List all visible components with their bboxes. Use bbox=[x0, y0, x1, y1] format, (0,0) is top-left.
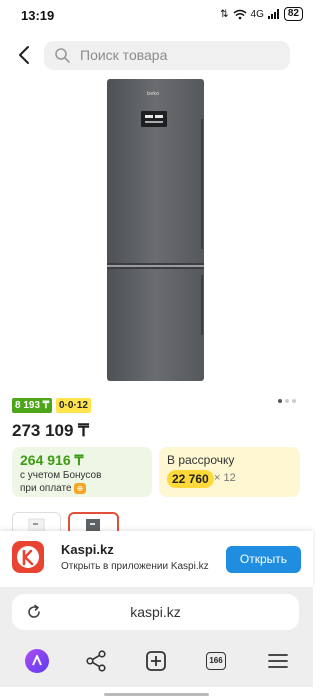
bonus-caption-line1: с учетом Бонусов bbox=[20, 470, 102, 481]
share-icon[interactable] bbox=[81, 646, 111, 676]
back-arrow-icon[interactable] bbox=[14, 44, 36, 66]
svg-text:beko: beko bbox=[147, 91, 159, 97]
pagination-dot bbox=[278, 399, 282, 403]
installment-months: × 12 bbox=[214, 472, 236, 484]
tabs-button[interactable]: 166 bbox=[201, 646, 231, 676]
notification-icon: ⇅ bbox=[220, 8, 229, 20]
app-banner[interactable]: Kaspi.kz Открыть в приложении Kaspi.kz О… bbox=[0, 531, 313, 587]
pagination-dot bbox=[292, 399, 296, 403]
search-icon bbox=[55, 48, 70, 63]
kaspi-bonus-icon: ⊕ bbox=[74, 483, 86, 494]
new-tab-icon[interactable] bbox=[141, 646, 171, 676]
installment-badge: 0·0·12 bbox=[56, 398, 91, 413]
battery-icon: 82 bbox=[283, 7, 303, 21]
banner-subtitle: Открыть в приложении Kaspi.kz bbox=[61, 561, 209, 572]
signal-icon bbox=[267, 9, 279, 19]
product-price: 273 109 ₸ bbox=[12, 421, 89, 440]
address-bar[interactable]: kaspi.kz bbox=[12, 594, 299, 630]
alice-assistant-icon[interactable] bbox=[22, 646, 52, 676]
bonus-price: 264 916 ₸ bbox=[20, 452, 84, 468]
home-indicator[interactable] bbox=[104, 693, 209, 696]
installment-card[interactable]: В рассрочку 22 760 × 12 bbox=[159, 447, 300, 497]
image-pagination bbox=[278, 399, 296, 403]
open-app-button[interactable]: Открыть bbox=[226, 546, 301, 573]
bonus-badge: 8 193 ₸ bbox=[12, 398, 53, 413]
bonus-price-card[interactable]: 264 916 ₸ с учетом Бонусов при оплате ⊕ bbox=[12, 447, 152, 497]
browser-bar: kaspi.kz bbox=[0, 587, 313, 637]
search-input[interactable]: Поиск товара bbox=[44, 41, 290, 70]
tab-count: 166 bbox=[206, 652, 226, 670]
search-placeholder: Поиск товара bbox=[80, 47, 168, 63]
status-time: 13:19 bbox=[21, 8, 55, 23]
product-image[interactable]: beko bbox=[105, 79, 206, 383]
bonus-caption-line2: при оплате bbox=[20, 483, 72, 494]
kaspi-logo-icon bbox=[12, 541, 44, 573]
url-text: kaspi.kz bbox=[130, 604, 181, 620]
installment-monthly: 22 760 bbox=[167, 470, 214, 488]
installment-title: В рассрочку bbox=[167, 453, 235, 467]
menu-icon[interactable] bbox=[263, 646, 293, 676]
banner-title: Kaspi.kz bbox=[61, 542, 114, 557]
status-bar: 13:19 ⇅ 4G 82 bbox=[0, 0, 313, 34]
browser-nav: 166 bbox=[0, 637, 313, 687]
pagination-dot bbox=[285, 399, 289, 403]
network-type: 4G bbox=[250, 8, 264, 20]
status-icons: ⇅ 4G 82 bbox=[220, 7, 303, 21]
wifi-icon bbox=[233, 9, 247, 19]
